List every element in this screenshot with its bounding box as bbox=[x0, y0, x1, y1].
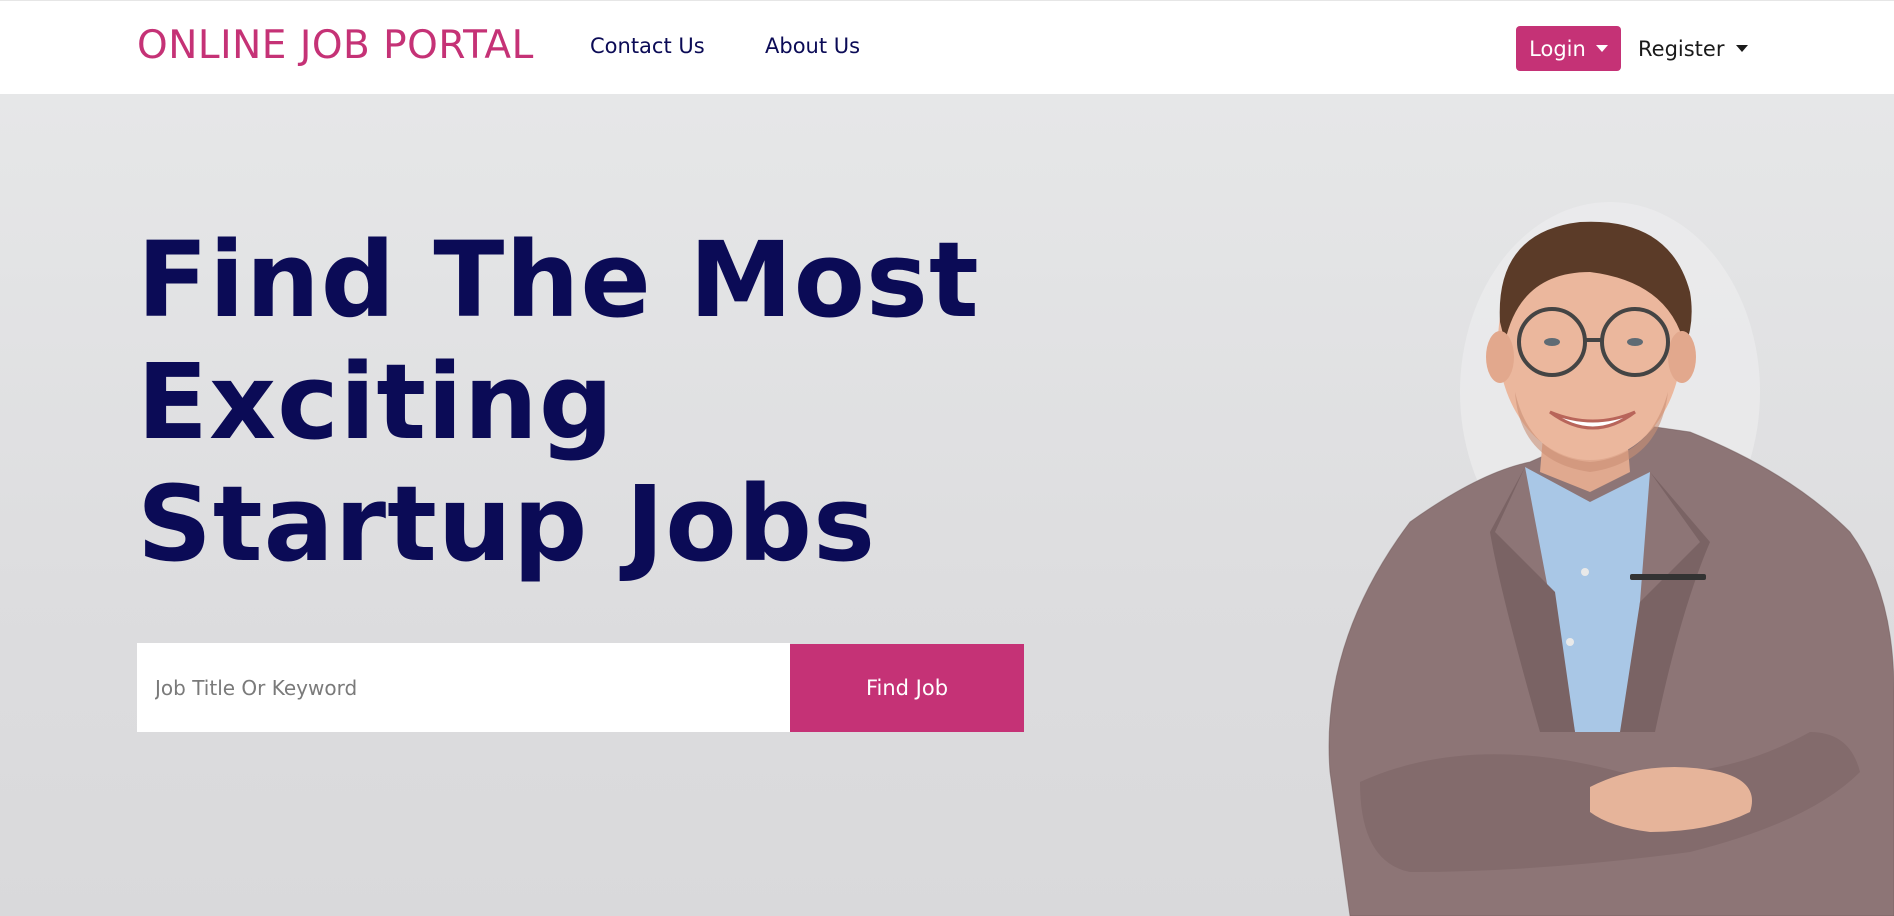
hero-headline-line: Startup Jobs bbox=[137, 463, 876, 585]
job-search-input[interactable] bbox=[137, 643, 790, 732]
brand-logo[interactable]: ONLINE JOB PORTAL bbox=[137, 23, 534, 68]
chevron-down-icon bbox=[1595, 45, 1608, 52]
nav-link-about-us[interactable]: About Us bbox=[765, 34, 860, 58]
login-dropdown-button[interactable]: Login bbox=[1516, 26, 1621, 71]
job-search-form: Find Job bbox=[137, 643, 1024, 732]
register-label: Register bbox=[1638, 36, 1725, 61]
find-job-button[interactable]: Find Job bbox=[790, 644, 1024, 732]
hero-headline-line: Exciting bbox=[137, 341, 615, 463]
chevron-down-icon bbox=[1736, 45, 1749, 52]
top-navbar: ONLINE JOB PORTAL Contact Us About Us Lo… bbox=[0, 0, 1894, 94]
nav-link-contact-us[interactable]: Contact Us bbox=[590, 34, 705, 58]
hero-headline: Find The Most Exciting Startup Jobs bbox=[137, 219, 980, 585]
hero-headline-line: Find The Most bbox=[137, 219, 980, 341]
login-label: Login bbox=[1529, 36, 1586, 61]
register-dropdown-button[interactable]: Register bbox=[1638, 26, 1749, 71]
hero-section: Find The Most Exciting Startup Jobs Find… bbox=[0, 94, 1894, 916]
smiling-man-photo bbox=[1328, 202, 1894, 916]
